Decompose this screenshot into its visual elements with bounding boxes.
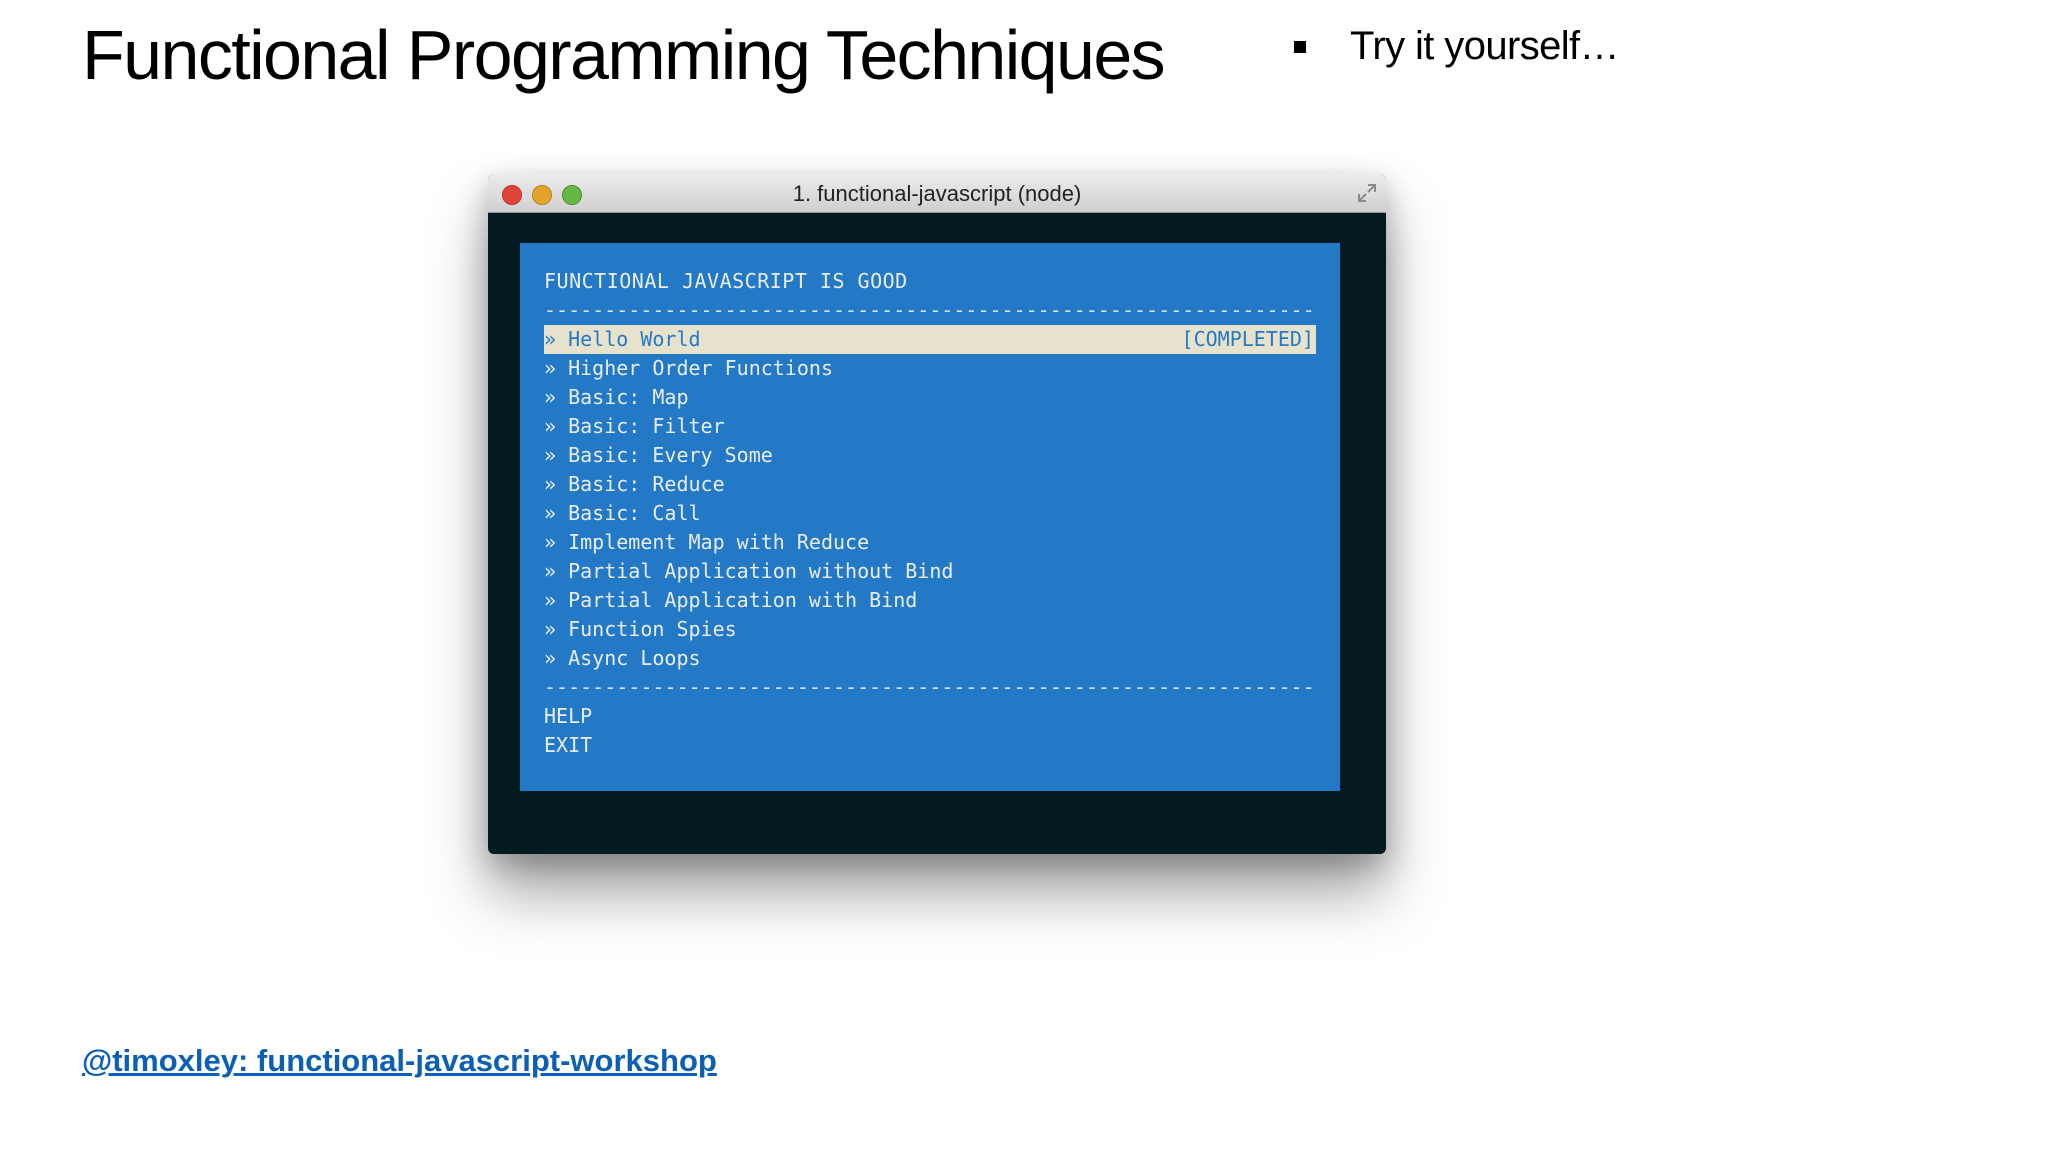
bullet-text: Try it yourself… [1350, 24, 1620, 68]
square-bullet-icon [1294, 40, 1306, 53]
menu-item-function-spies[interactable]: » Function Spies [544, 615, 1316, 644]
menu-item-basic-call[interactable]: » Basic: Call [544, 499, 1316, 528]
workshop-source-link[interactable]: @timoxley: functional-javascript-worksho… [82, 1043, 717, 1079]
menu-divider: ----------------------------------------… [544, 298, 1316, 322]
menu-item-exit[interactable]: EXIT [544, 731, 1316, 760]
menu-item-basic-every-some[interactable]: » Basic: Every Some [544, 441, 1316, 470]
menu-item-partial-application-with-bind[interactable]: » Partial Application with Bind [544, 586, 1316, 615]
menu-item-async-loops[interactable]: » Async Loops [544, 644, 1316, 673]
window-title: 1. functional-javascript (node) [792, 181, 1082, 206]
menu-item-implement-map-with-reduce[interactable]: » Implement Map with Reduce [544, 528, 1316, 557]
menu-content: FUNCTIONAL JAVASCRIPT IS GOOD ----------… [544, 267, 1316, 760]
menu-item-help[interactable]: HELP [544, 702, 1316, 731]
menu-item-basic-map[interactable]: » Basic: Map [544, 383, 1316, 412]
terminal-window[interactable]: 1. functional-javascript (node) FUNCTION… [488, 174, 1386, 854]
menu-item-basic-filter[interactable]: » Basic: Filter [544, 412, 1316, 441]
workshop-menu: FUNCTIONAL JAVASCRIPT IS GOOD ----------… [520, 243, 1340, 791]
menu-item-partial-application-without-bind[interactable]: » Partial Application without Bind [544, 557, 1316, 586]
fullscreen-icon[interactable] [1356, 182, 1378, 204]
slide-title: Functional Programming Techniques [82, 16, 1166, 94]
completed-status-badge: [COMPLETED] [1181, 327, 1314, 351]
window-titlebar[interactable]: 1. functional-javascript (node) [488, 174, 1386, 213]
menu-item-higher-order-functions[interactable]: » Higher Order Functions [544, 354, 1316, 383]
slide: Functional Programming Techniques Try it… [0, 0, 2048, 1152]
menu-divider: ----------------------------------------… [544, 675, 1316, 699]
menu-item-hello-world[interactable]: » Hello World [COMPLETED] [544, 325, 1316, 354]
menu-item-label: » Hello World [544, 327, 701, 351]
bullet-item: Try it yourself… [1294, 24, 1620, 69]
menu-heading: FUNCTIONAL JAVASCRIPT IS GOOD [544, 269, 908, 293]
menu-item-basic-reduce[interactable]: » Basic: Reduce [544, 470, 1316, 499]
